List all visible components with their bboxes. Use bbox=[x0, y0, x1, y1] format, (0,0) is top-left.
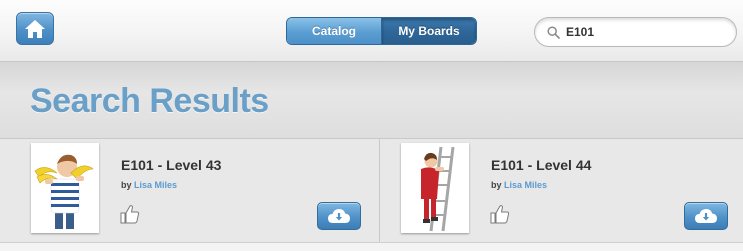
result-card[interactable]: E101 - Level 44 by Lisa Miles bbox=[381, 139, 743, 242]
tab-my-boards[interactable]: My Boards bbox=[382, 18, 476, 44]
author-link[interactable]: Lisa Miles bbox=[134, 180, 177, 190]
byline: by Lisa Miles bbox=[121, 180, 177, 190]
bottom-divider bbox=[0, 242, 743, 251]
thumbs-up-icon[interactable] bbox=[120, 204, 140, 224]
board-title[interactable]: E101 - Level 43 bbox=[121, 157, 221, 173]
search-icon bbox=[547, 25, 560, 39]
author-link[interactable]: Lisa Miles bbox=[504, 180, 547, 190]
search-query-text: E101 bbox=[566, 25, 595, 39]
by-label: by bbox=[491, 180, 502, 190]
result-card[interactable]: E101 - Level 43 by Lisa Miles bbox=[0, 139, 380, 242]
thumbs-up-icon[interactable] bbox=[490, 204, 510, 224]
girl-on-ladder-image bbox=[401, 143, 469, 233]
board-thumbnail[interactable] bbox=[401, 143, 469, 233]
byline: by Lisa Miles bbox=[491, 180, 547, 190]
tab-catalog-label: Catalog bbox=[311, 24, 356, 38]
by-label: by bbox=[121, 180, 132, 190]
home-icon bbox=[25, 19, 45, 38]
top-bar: Catalog My Boards E101 bbox=[0, 0, 743, 62]
board-title[interactable]: E101 - Level 44 bbox=[491, 157, 591, 173]
results-list: E101 - Level 43 by Lisa Miles E101 - Lev… bbox=[0, 138, 743, 242]
tab-my-boards-label: My Boards bbox=[398, 24, 460, 38]
boy-with-bananas-image bbox=[31, 143, 99, 233]
cloud-download-icon bbox=[328, 209, 350, 223]
page-title: Search Results bbox=[30, 82, 269, 120]
download-button[interactable] bbox=[684, 202, 728, 230]
search-input[interactable]: E101 bbox=[534, 17, 737, 47]
tab-catalog[interactable]: Catalog bbox=[287, 18, 382, 44]
home-button[interactable] bbox=[16, 12, 54, 45]
view-segmented-control: Catalog My Boards bbox=[286, 17, 477, 45]
board-thumbnail[interactable] bbox=[31, 143, 99, 233]
title-band: Search Results bbox=[0, 62, 743, 138]
download-button[interactable] bbox=[317, 202, 361, 230]
cloud-download-icon bbox=[695, 209, 717, 223]
